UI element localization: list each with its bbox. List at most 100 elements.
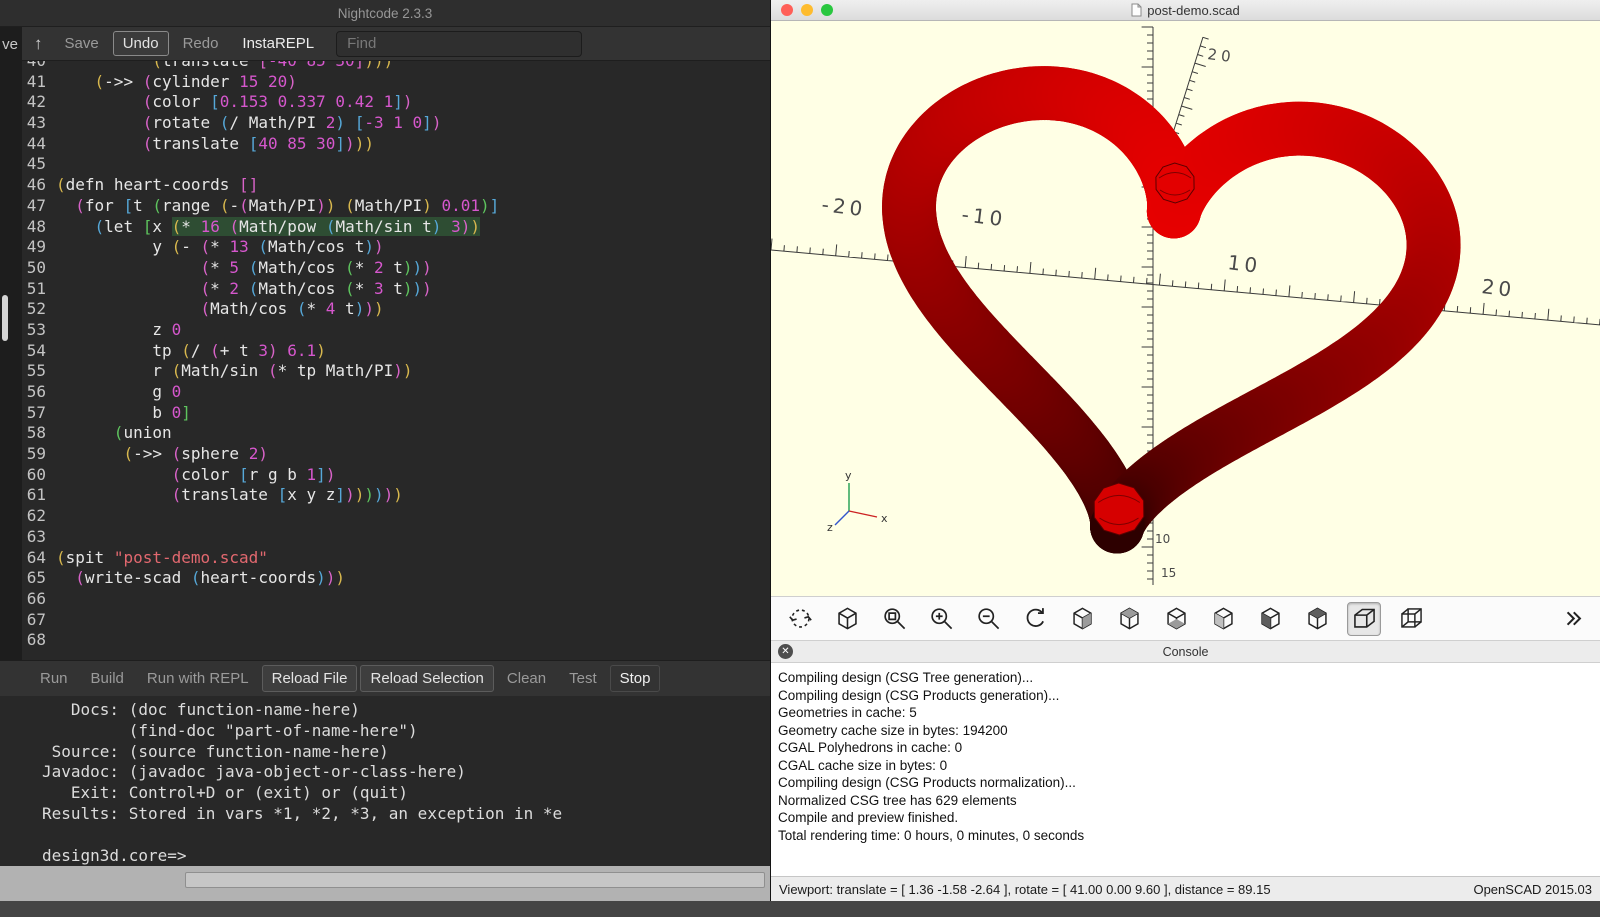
code-line[interactable]: 63 (22, 527, 770, 548)
code-line[interactable]: 68 (22, 630, 770, 651)
code-line[interactable]: 66 (22, 589, 770, 610)
window-bottom-chrome (0, 866, 770, 901)
statusbar: Viewport: translate = [ 1.36 -1.58 -2.64… (771, 876, 1600, 901)
nightcode-window: Nightcode 2.3.3 ↑ Save Undo Redo InstaRE… (0, 0, 770, 901)
code-line[interactable]: 60 (color [r g b 1]) (22, 465, 770, 486)
line-number: 45 (22, 154, 56, 175)
axis-rulers (771, 27, 1600, 585)
code-line[interactable]: 53 z 0 (22, 320, 770, 341)
svg-text:-10: -10 (960, 202, 1007, 231)
code-line[interactable]: 51 (* 2 (Math/cos (* 3 t))) (22, 279, 770, 300)
editor-lines[interactable]: 40 (translate [-40 85 30])))41 (->> (cyl… (22, 61, 770, 651)
zoom-window-icon[interactable] (877, 602, 911, 636)
zoom-all-icon[interactable] (830, 602, 864, 636)
save-button[interactable]: Save (55, 31, 109, 56)
reload-file-button[interactable]: Reload File (262, 665, 358, 692)
repl-line (42, 825, 770, 846)
clipped-button-edge[interactable]: ve (0, 36, 22, 53)
view-top-icon[interactable] (1112, 602, 1146, 636)
go-up-button[interactable]: ↑ (26, 32, 51, 56)
heart-model (882, 66, 1461, 553)
code-line[interactable]: 42 (color [0.153 0.337 0.42 1]) (22, 92, 770, 113)
code-line[interactable]: 55 r (Math/sin (* tp Math/PI)) (22, 361, 770, 382)
zoom-in-icon[interactable] (924, 602, 958, 636)
close-console-button[interactable]: ✕ (778, 644, 793, 659)
stop-button[interactable]: Stop (610, 665, 661, 692)
repl-line: Javadoc: (javadoc java-object-or-class-h… (42, 762, 770, 783)
horizontal-scrollbar[interactable] (185, 872, 765, 888)
viewport-status-text: Viewport: translate = [ 1.36 -1.58 -2.64… (779, 882, 1271, 897)
rotate-view-icon[interactable] (783, 602, 817, 636)
code-line[interactable]: 65 (write-scad (heart-coords))) (22, 568, 770, 589)
code-line[interactable]: 57 b 0] (22, 403, 770, 424)
code-line[interactable]: 54 tp (/ (+ t 3) 6.1) (22, 341, 770, 362)
document-icon (1131, 3, 1142, 17)
svg-text:10: 10 (1155, 532, 1170, 546)
code-line[interactable]: 61 (translate [x y z])))))) (22, 485, 770, 506)
svg-text:15: 15 (1161, 566, 1176, 580)
code-line[interactable]: 52 (Math/cos (* 4 t))) (22, 299, 770, 320)
left-scrollbar-thumb[interactable] (2, 295, 8, 341)
run-with-repl-button[interactable]: Run with REPL (137, 665, 259, 692)
more-icon[interactable] (1554, 602, 1588, 636)
code-line[interactable]: 40 (translate [-40 85 30]))) (22, 61, 770, 72)
test-button[interactable]: Test (559, 665, 607, 692)
redo-button[interactable]: Redo (173, 31, 229, 56)
svg-text:20: 20 (1480, 274, 1516, 302)
view-front-icon[interactable] (1253, 602, 1287, 636)
screen: Nightcode 2.3.3 ↑ Save Undo Redo InstaRE… (0, 0, 1600, 917)
console-line: CGAL cache size in bytes: 0 (778, 757, 1600, 775)
perspective-icon[interactable] (1347, 602, 1381, 636)
orthographic-icon[interactable] (1394, 602, 1428, 636)
repl-output: Docs: (doc function-name-here) (find-doc… (42, 700, 770, 846)
view-bottom-icon[interactable] (1159, 602, 1193, 636)
minimize-button[interactable] (801, 4, 813, 16)
zoom-out-icon[interactable] (971, 602, 1005, 636)
repl-pane[interactable]: Docs: (doc function-name-here) (find-doc… (0, 696, 770, 866)
code-line[interactable]: 47 (for [t (range (-(Math/PI)) (Math/PI)… (22, 196, 770, 217)
openscad-window-title: post-demo.scad (1147, 3, 1240, 18)
code-line[interactable]: 43 (rotate (/ Math/PI 2) [-3 1 0]) (22, 113, 770, 134)
nightcode-window-title: Nightcode 2.3.3 (0, 0, 770, 27)
code-line[interactable]: 67 (22, 610, 770, 631)
code-line[interactable]: 64(spit "post-demo.scad" (22, 548, 770, 569)
line-number: 67 (22, 610, 56, 631)
console-header: ✕ Console (771, 641, 1600, 663)
code-line[interactable]: 49 y (- (* 13 (Math/cos t)) (22, 237, 770, 258)
code-line[interactable]: 56 g 0 (22, 382, 770, 403)
svg-text:20: 20 (1207, 45, 1236, 66)
undo-button[interactable]: Undo (113, 31, 169, 56)
find-input[interactable] (336, 31, 582, 57)
code-line[interactable]: 50 (* 5 (Math/cos (* 2 t))) (22, 258, 770, 279)
code-line[interactable]: 48 (let [x (* 16 (Math/pow (Math/sin t) … (22, 217, 770, 238)
close-button[interactable] (781, 4, 793, 16)
code-line[interactable]: 46(defn heart-coords [] (22, 175, 770, 196)
viewport-canvas[interactable]: -20-1010202051015yxz (771, 21, 1600, 596)
console-output[interactable]: Compiling design (CSG Tree generation)..… (771, 663, 1600, 876)
reload-selection-button[interactable]: Reload Selection (360, 665, 493, 692)
run-button[interactable]: Run (30, 665, 78, 692)
line-number: 59 (22, 444, 56, 465)
code-line[interactable]: 44 (translate [40 85 30]))) (22, 134, 770, 155)
code-line[interactable]: 41 (->> (cylinder 15 20) (22, 72, 770, 93)
code-line[interactable]: 62 (22, 506, 770, 527)
reset-view-icon[interactable] (1018, 602, 1052, 636)
repl-prompt[interactable]: design3d.core=> (42, 846, 770, 866)
code-line[interactable]: 58 (union (22, 423, 770, 444)
build-button[interactable]: Build (81, 665, 134, 692)
svg-text:x: x (881, 512, 888, 525)
code-line[interactable]: 59 (->> (sphere 2) (22, 444, 770, 465)
view-back-icon[interactable] (1300, 602, 1334, 636)
console-line: Compiling design (CSG Tree generation)..… (778, 669, 1600, 687)
instarepl-button[interactable]: InstaREPL (232, 31, 324, 56)
repl-line: (find-doc "part-of-name-here") (42, 721, 770, 742)
clean-button[interactable]: Clean (497, 665, 556, 692)
line-number: 47 (22, 196, 56, 217)
code-line[interactable]: 45 (22, 154, 770, 175)
left-pane-edge: ve (0, 27, 22, 660)
code-editor[interactable]: 40 (translate [-40 85 30])))41 (->> (cyl… (0, 61, 770, 660)
view-right-icon[interactable] (1065, 602, 1099, 636)
view-left-icon[interactable] (1206, 602, 1240, 636)
line-number: 62 (22, 506, 56, 527)
fullscreen-button[interactable] (821, 4, 833, 16)
